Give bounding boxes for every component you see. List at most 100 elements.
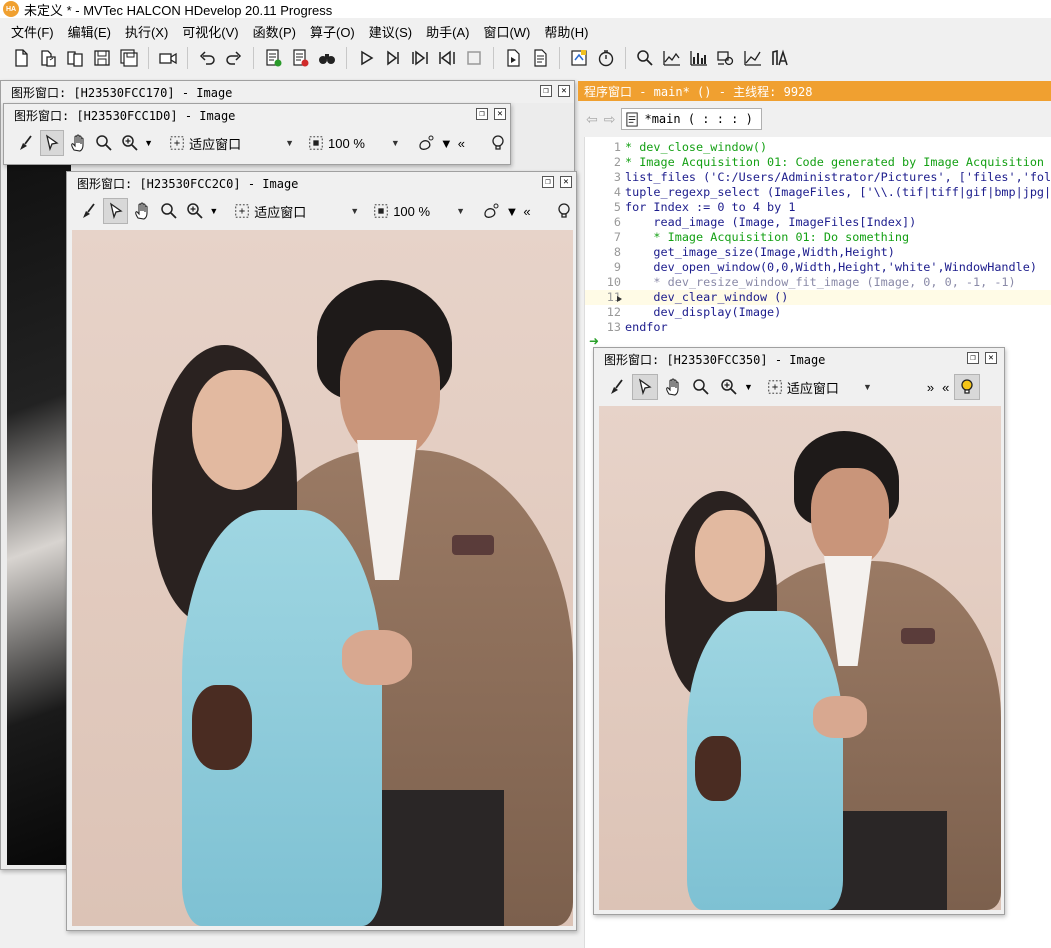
chevron-down-icon[interactable]: ▼	[209, 206, 218, 216]
collapse-toolbar-button[interactable]: «	[939, 380, 952, 395]
pointer-icon[interactable]	[632, 374, 658, 400]
pointer-icon[interactable]	[103, 198, 128, 224]
clear-broom-icon[interactable]	[14, 130, 38, 156]
magnify-icon[interactable]	[156, 198, 180, 224]
magnify-icon[interactable]	[92, 130, 116, 156]
hand-pan-icon[interactable]	[660, 374, 686, 400]
close-icon[interactable]: ✕	[560, 176, 572, 188]
find-binoculars-icon[interactable]	[314, 45, 340, 71]
fit-window-dropdown[interactable]: 适应窗口 ▼	[763, 378, 876, 397]
activate-line-icon[interactable]	[260, 45, 286, 71]
forward-arrow-icon[interactable]: ⇨	[604, 111, 616, 128]
graphics-window-3[interactable]: 图形窗口: [H23530FCC2C0] - Image ❐ ✕ ▼ 适应窗口 …	[66, 171, 577, 931]
new-file-icon[interactable]	[8, 45, 34, 71]
graphics-window-title-bar[interactable]: 图形窗口: [H23530FCC350] - Image ❐ ✕	[594, 348, 1004, 370]
restore-icon[interactable]: ❐	[967, 352, 979, 364]
save-icon[interactable]	[89, 45, 115, 71]
zoom-in-icon[interactable]	[183, 198, 207, 224]
open-file-icon[interactable]	[35, 45, 61, 71]
assistant-icon[interactable]	[566, 45, 592, 71]
restore-icon[interactable]: ❐	[540, 85, 552, 97]
restore-icon[interactable]: ❐	[476, 108, 488, 120]
redo-icon[interactable]	[221, 45, 247, 71]
menu-visualization[interactable]: 可视化(V)	[175, 22, 245, 41]
font-tool-icon[interactable]	[767, 45, 793, 71]
code-line[interactable]: 1 * dev_close_window()	[585, 140, 1051, 155]
menu-file[interactable]: 文件(F)	[4, 22, 61, 41]
graphics-window-title-bar[interactable]: 图形窗口: [H23530FCC170] - Image ❐ ✕	[1, 81, 574, 103]
chevron-down-icon[interactable]: ▼	[505, 204, 518, 219]
feature-inspection-icon[interactable]	[713, 45, 739, 71]
procedure-selector[interactable]: *main ( : : : )	[621, 108, 762, 130]
stop-icon[interactable]	[461, 45, 487, 71]
step-out-icon[interactable]	[434, 45, 460, 71]
menu-window[interactable]: 窗口(W)	[476, 22, 537, 41]
code-line[interactable]: 4 tuple_regexp_select (ImageFiles, ['\\.(…	[585, 185, 1051, 200]
graphics-window-4[interactable]: 图形窗口: [H23530FCC350] - Image ❐ ✕ ▼ 适应窗口 …	[593, 347, 1005, 915]
image-canvas[interactable]	[72, 230, 573, 926]
zoom-in-icon[interactable]	[118, 130, 142, 156]
menu-help[interactable]: 帮助(H)	[537, 22, 595, 41]
collapse-toolbar-button[interactable]: «	[455, 136, 468, 151]
profiler-icon[interactable]	[593, 45, 619, 71]
clear-broom-icon[interactable]	[77, 198, 101, 224]
close-icon[interactable]: ✕	[558, 85, 570, 97]
code-line[interactable]: 13 endfor	[585, 320, 1051, 335]
menu-procedures[interactable]: 函数(P)	[246, 22, 303, 41]
graphics-window-title-bar[interactable]: 图形窗口: [H23530FCC1D0] - Image ❐ ✕	[4, 104, 510, 126]
close-icon[interactable]: ✕	[494, 108, 506, 120]
pointer-icon[interactable]	[40, 130, 65, 156]
lightbulb-icon[interactable]	[486, 130, 510, 156]
undo-icon[interactable]	[194, 45, 220, 71]
clear-broom-icon[interactable]	[604, 374, 630, 400]
zoom-tool-icon[interactable]	[632, 45, 658, 71]
back-arrow-icon[interactable]: ⇦	[586, 111, 598, 128]
run-icon[interactable]	[353, 45, 379, 71]
code-line[interactable]: 5 for Index := 0 to 4 by 1	[585, 200, 1051, 215]
inspect-chart-icon[interactable]	[740, 45, 766, 71]
code-line[interactable]: 2 * Image Acquisition 01: Code generated …	[585, 155, 1051, 170]
collapse-toolbar-button[interactable]: «	[520, 204, 533, 219]
lightbulb-on-icon[interactable]	[954, 374, 981, 400]
menu-operators[interactable]: 算子(O)	[303, 22, 362, 41]
deactivate-line-icon[interactable]	[287, 45, 313, 71]
code-line[interactable]: 8 get_image_size(Image,Width,Height)	[585, 245, 1051, 260]
zoom-in-icon[interactable]	[716, 374, 742, 400]
menu-edit[interactable]: 编辑(E)	[61, 22, 118, 41]
image-canvas[interactable]	[599, 406, 1001, 910]
lightbulb-icon[interactable]	[552, 198, 576, 224]
step-into-icon[interactable]	[407, 45, 433, 71]
reset-program-icon[interactable]	[500, 45, 526, 71]
step-over-icon[interactable]	[380, 45, 406, 71]
menu-assistants[interactable]: 助手(A)	[419, 22, 476, 41]
chevron-down-icon[interactable]: ▼	[144, 138, 153, 148]
hand-pan-icon[interactable]	[130, 198, 154, 224]
code-line[interactable]: 9 dev_open_window(0,0,Width,Height,'whit…	[585, 260, 1051, 275]
graphics-window-title-bar[interactable]: 图形窗口: [H23530FCC2C0] - Image ❐ ✕	[67, 172, 576, 194]
camera-icon[interactable]	[155, 45, 181, 71]
fit-window-dropdown[interactable]: 适应窗口 ▼	[230, 202, 363, 221]
draw-region-icon[interactable]	[414, 130, 438, 156]
draw-region-icon[interactable]	[479, 198, 503, 224]
chevron-down-icon[interactable]: ▼	[440, 136, 453, 151]
program-listing-icon[interactable]	[527, 45, 553, 71]
code-line[interactable]: 3 list_files ('C:/Users/Administrator/Pic…	[585, 170, 1051, 185]
program-window-title-bar[interactable]: 程序窗口 - main* () - 主线程: 9928	[578, 81, 1051, 101]
menu-execute[interactable]: 执行(X)	[118, 22, 175, 41]
close-icon[interactable]: ✕	[985, 352, 997, 364]
expand-toolbar-button[interactable]: »	[924, 380, 937, 395]
restore-icon[interactable]: ❐	[542, 176, 554, 188]
code-line[interactable]: 10 * dev_resize_window_fit_image (Image,…	[585, 275, 1051, 290]
line-profile-icon[interactable]	[686, 45, 712, 71]
code-line[interactable]: 7 * Image Acquisition 01: Do something	[585, 230, 1051, 245]
zoom-dropdown[interactable]: 100 % ▼	[304, 135, 404, 151]
graphics-window-2[interactable]: 图形窗口: [H23530FCC1D0] - Image ❐ ✕ ▼ 适应窗口 …	[3, 103, 511, 165]
code-line[interactable]: 12 dev_display(Image)	[585, 305, 1051, 320]
gray-histogram-icon[interactable]	[659, 45, 685, 71]
fit-window-dropdown[interactable]: 适应窗口 ▼	[165, 134, 298, 153]
magnify-icon[interactable]	[688, 374, 714, 400]
code-line[interactable]: 11 dev_clear_window ()	[585, 290, 1051, 305]
save-all-icon[interactable]	[116, 45, 142, 71]
menu-suggestions[interactable]: 建议(S)	[362, 22, 419, 41]
image-canvas[interactable]	[7, 159, 71, 865]
